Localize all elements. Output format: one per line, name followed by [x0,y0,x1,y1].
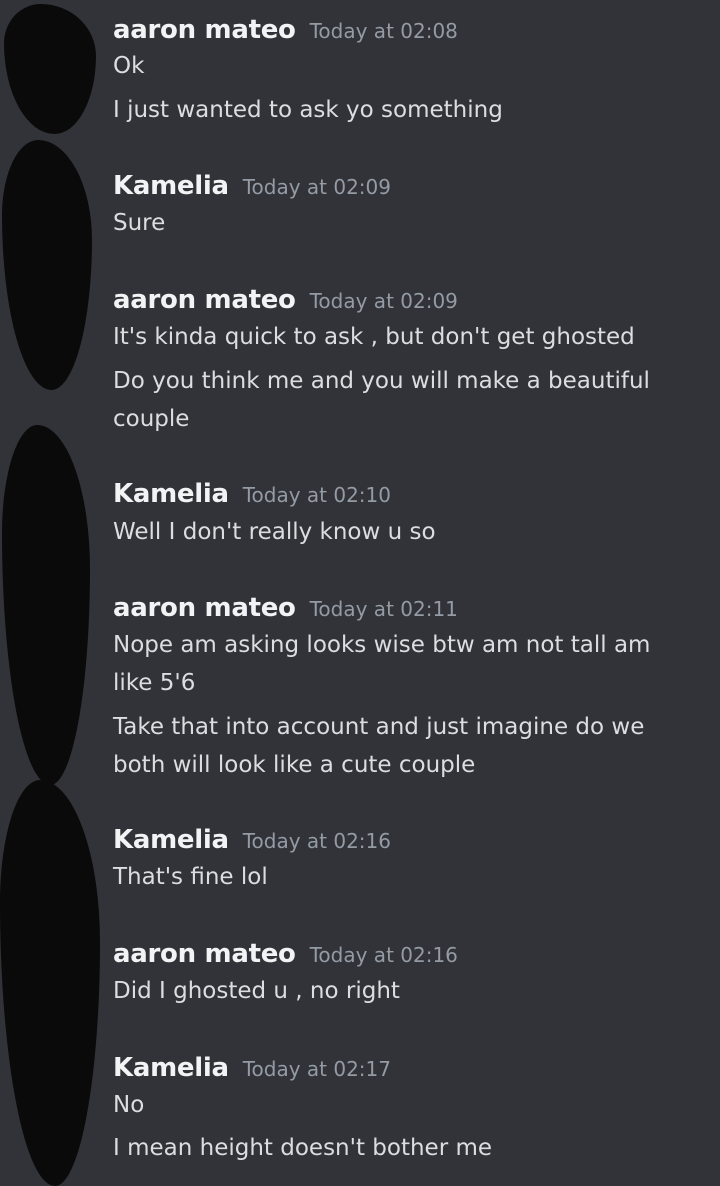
message-text: I just wanted to ask yo something [113,97,503,123]
message-timestamp: Today at 02:17 [242,1057,391,1081]
chat-message-list: aaron mateo Today at 02:08 Ok I just wan… [0,0,720,1186]
message-text: Do you think me and you will make a beau… [113,368,650,432]
message-text: That's fine lol [113,864,268,890]
message-author[interactable]: Kamelia [113,823,229,857]
message-text: I mean height doesn't bother me [113,1135,493,1161]
message-header: aaron mateo Today at 02:16 [113,937,458,971]
message-header: aaron mateo Today at 02:08 [113,13,458,47]
message-timestamp: Today at 02:09 [242,175,391,199]
avatar[interactable] [2,425,90,785]
message-header: aaron mateo Today at 02:11 [113,591,458,625]
message-header: Kamelia Today at 02:17 [113,1051,391,1085]
message-author[interactable]: Kamelia [113,1051,229,1085]
message-text: Well I don't really know u so [113,519,436,545]
message-text: Sure [113,210,166,236]
message-author[interactable]: aaron mateo [113,937,296,971]
avatar[interactable] [2,140,92,390]
message-timestamp: Today at 02:16 [242,829,391,853]
message-header: Kamelia Today at 02:10 [113,477,391,511]
message-timestamp: Today at 02:10 [242,483,391,507]
message-header: aaron mateo Today at 02:09 [113,283,458,317]
message-text: Nope am asking looks wise btw am not tal… [113,632,651,696]
avatar[interactable] [0,780,100,1186]
message-text: No [113,1092,145,1118]
message-header: Kamelia Today at 02:16 [113,823,391,857]
message-timestamp: Today at 02:08 [309,19,458,43]
message-timestamp: Today at 02:09 [309,289,458,313]
message-timestamp: Today at 02:11 [309,597,458,621]
message-author[interactable]: aaron mateo [113,591,296,625]
avatar[interactable] [4,4,96,134]
message-author[interactable]: Kamelia [113,477,229,511]
message-text: Take that into account and just imagine … [113,714,645,778]
message-header: Kamelia Today at 02:09 [113,169,391,203]
message-author[interactable]: Kamelia [113,169,229,203]
message-text: Ok [113,53,145,79]
message-text: Did I ghosted u , no right [113,978,400,1004]
message-text: It's kinda quick to ask , but don't get … [113,324,635,350]
message-timestamp: Today at 02:16 [309,943,458,967]
message-author[interactable]: aaron mateo [113,13,296,47]
message-author[interactable]: aaron mateo [113,283,296,317]
